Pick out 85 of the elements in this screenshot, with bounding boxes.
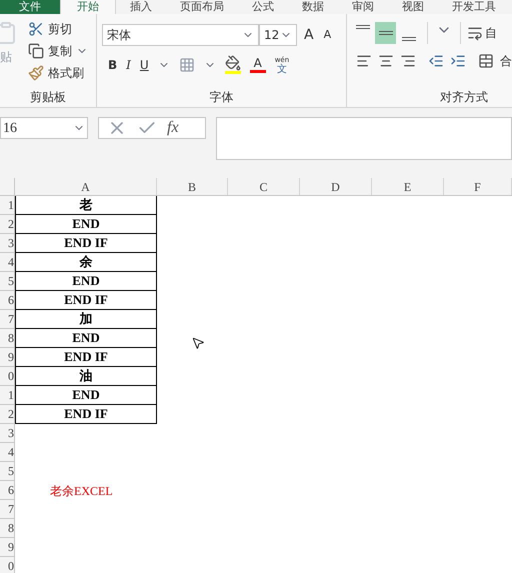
ribbon-tab[interactable]: 页面布局 xyxy=(166,0,238,14)
row-header[interactable]: 4 xyxy=(0,253,15,272)
decrease-indent-icon[interactable] xyxy=(428,53,444,69)
align-right-icon[interactable] xyxy=(400,53,416,69)
table-cell: END IF xyxy=(15,348,157,367)
formula-field[interactable] xyxy=(216,117,512,160)
font-size-field[interactable]: 12 xyxy=(259,24,297,46)
align-icon xyxy=(402,37,416,41)
row-header[interactable]: 2 xyxy=(0,405,15,424)
ribbon-tab[interactable]: 插入 xyxy=(116,0,166,14)
wrap-text-icon[interactable] xyxy=(467,25,483,41)
name-box[interactable]: 16 xyxy=(0,117,88,139)
row-header[interactable]: 5 xyxy=(0,272,15,291)
row-header[interactable]: 6 xyxy=(0,291,15,310)
ribbon-tab[interactable]: 数据 xyxy=(288,0,338,14)
table-cell: END xyxy=(15,215,157,234)
italic-button[interactable]: I xyxy=(126,56,131,74)
column-header[interactable]: E xyxy=(372,178,444,195)
ribbon-tab[interactable]: 公式 xyxy=(238,0,288,14)
column-header[interactable]: D xyxy=(300,178,372,195)
shrink-font-button[interactable]: A xyxy=(320,26,334,44)
align-icon xyxy=(356,25,370,29)
fill-color-bar xyxy=(224,71,241,74)
table-cell: 加 xyxy=(15,310,157,329)
insert-function-button[interactable]: fx xyxy=(167,116,179,140)
wrap-text-label[interactable]: 自 xyxy=(485,24,497,42)
bold-button[interactable]: B xyxy=(108,56,118,74)
ribbon-tab[interactable]: 视图 xyxy=(388,0,438,14)
table-cell: END xyxy=(15,386,157,405)
row-header[interactable]: 8 xyxy=(0,519,15,538)
merge-label[interactable]: 合 xyxy=(500,52,512,70)
table-cell: 余 xyxy=(15,253,157,272)
ribbon-tab[interactable]: 开发工具 xyxy=(438,0,510,14)
table-cell: 油 xyxy=(15,367,157,386)
font-name-field[interactable]: 宋体 xyxy=(102,24,259,46)
copy-icon[interactable] xyxy=(28,43,44,59)
table-cell: END IF xyxy=(15,234,157,253)
ribbon-tab[interactable]: 开始 xyxy=(60,0,116,14)
row-header[interactable]: 3 xyxy=(0,424,15,443)
row-header[interactable]: 8 xyxy=(0,329,15,348)
table-cell: END IF xyxy=(15,291,157,310)
row-header[interactable]: 3 xyxy=(0,234,15,253)
align-center-icon[interactable] xyxy=(378,53,394,69)
column-header[interactable]: B xyxy=(157,178,228,195)
scissors-icon[interactable] xyxy=(28,21,44,37)
merge-icon[interactable] xyxy=(478,53,494,69)
format-painter-label[interactable]: 格式刷 xyxy=(48,64,84,82)
row-header[interactable]: 7 xyxy=(0,500,15,519)
paintbrush-icon[interactable] xyxy=(28,65,44,81)
row-header[interactable]: 4 xyxy=(0,443,15,462)
ribbon-tab[interactable]: 文件 xyxy=(0,0,60,14)
fill-color-icon[interactable] xyxy=(224,55,241,71)
copy-label[interactable]: 复制 xyxy=(48,42,72,60)
group-label: 字体 xyxy=(210,89,234,106)
column-header[interactable]: A xyxy=(15,178,157,195)
grow-font-button[interactable]: A xyxy=(301,24,317,46)
table-cell: END xyxy=(15,272,157,291)
font-color-button[interactable]: A xyxy=(254,56,262,70)
align-icon xyxy=(378,31,392,35)
row-header[interactable]: 2 xyxy=(0,215,15,234)
row-header[interactable]: 9 xyxy=(0,538,15,557)
increase-indent-icon[interactable] xyxy=(450,53,466,69)
table-cell: 老 xyxy=(15,196,157,215)
row-header[interactable]: 1 xyxy=(0,196,15,215)
column-header[interactable]: C xyxy=(228,178,300,195)
table-cell: END xyxy=(15,329,157,348)
ribbon-tab[interactable]: 审阅 xyxy=(338,0,388,14)
cell-text: 老余EXCEL xyxy=(50,482,113,500)
row-header[interactable]: 0 xyxy=(0,557,15,573)
row-header[interactable]: 6 xyxy=(0,481,15,500)
table-cell: END IF xyxy=(15,405,157,424)
column-header[interactable]: F xyxy=(444,178,512,195)
align-left-icon[interactable] xyxy=(356,53,372,69)
row-header[interactable]: 5 xyxy=(0,462,15,481)
font-color-bar xyxy=(250,70,266,73)
row-header[interactable]: 0 xyxy=(0,367,15,386)
underline-button[interactable]: U xyxy=(140,56,149,74)
group-label: 剪贴板 xyxy=(30,89,66,106)
cut-label[interactable]: 剪切 xyxy=(48,20,72,38)
row-header[interactable]: 7 xyxy=(0,310,15,329)
group-label: 对齐方式 xyxy=(440,89,488,106)
row-header[interactable]: 1 xyxy=(0,386,15,405)
phonetic-bottom[interactable]: 文 xyxy=(276,64,287,74)
vertical-align-button[interactable] xyxy=(375,22,396,44)
row-header[interactable]: 9 xyxy=(0,348,15,367)
